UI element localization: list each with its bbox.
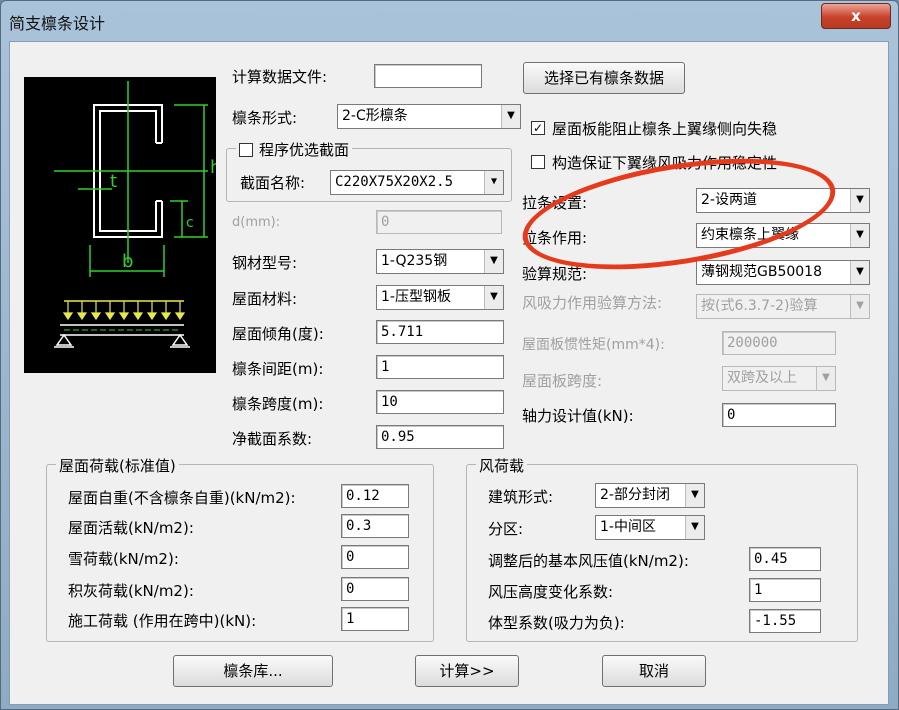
purlin-form-label: 檩条形式: [232, 109, 298, 127]
label-h: h [210, 157, 216, 178]
wind-method-value: 按(式6.3.7-2)验算 [701, 298, 818, 314]
steel-select[interactable]: 1-Q235钢 ▼ [376, 249, 504, 274]
height-coef-input[interactable]: 1 [749, 578, 821, 602]
purlin-form-select[interactable]: 2-C形檩条 ▼ [337, 104, 521, 129]
construct-guarantee-checkbox[interactable] [531, 155, 545, 169]
dropdown-arrow-icon[interactable]: ▼ [850, 295, 869, 318]
zone-select[interactable]: 1-中间区 ▼ [595, 515, 705, 540]
roof-material-value: 1-压型钢板 [381, 289, 451, 305]
roof-angle-label: 屋面倾角(度): [232, 325, 324, 343]
ash-input[interactable]: 0 [341, 577, 409, 601]
purlin-form-value: 2-C形檩条 [342, 108, 408, 124]
dropdown-arrow-icon[interactable]: ▼ [484, 250, 503, 273]
title-bar[interactable]: 简支檩条设计 x [1, 1, 898, 41]
c-section-diagram: h t c b [54, 81, 221, 348]
dropdown-arrow-icon[interactable]: ▼ [850, 224, 869, 247]
dropdown-arrow-icon[interactable]: ▼ [484, 286, 503, 309]
purlin-span-input[interactable]: 10 [376, 390, 504, 414]
dropdown-arrow-icon[interactable]: ▼ [484, 171, 503, 194]
wind-load-title: 风荷载 [476, 455, 528, 476]
auto-section-title: 程序优选截面 [236, 139, 353, 160]
ash-label: 积灰荷载(kN/m2): [68, 582, 194, 600]
live-load-label: 屋面活载(kN/m2): [68, 519, 194, 537]
self-weight-label: 屋面自重(不含檩条自重)(kN/m2): [68, 489, 296, 507]
auto-section-label: 程序优选截面 [259, 141, 350, 159]
roof-prevents-label: 屋面板能阻止檩条上翼缘侧向失稳 [552, 120, 778, 138]
wind-method-label: 风吸力作用验算方法: [522, 294, 663, 312]
calc-file-label: 计算数据文件: [232, 68, 328, 86]
dropdown-arrow-icon[interactable]: ▼ [850, 189, 869, 212]
basic-pressure-label: 调整后的基本风压值(kN/m2): [488, 552, 689, 570]
shape-coef-input[interactable]: -1.55 [749, 609, 821, 633]
building-form-value: 2-部分封闭 [600, 487, 670, 503]
cancel-button[interactable]: 取消 [602, 655, 706, 687]
construction-load-label: 施工荷载 (作用在跨中)(kN): [68, 612, 257, 630]
shape-coef-label: 体型系数(吸力为负): [488, 614, 625, 632]
section-name-select[interactable]: C220X75X20X2.5 ▼ [330, 170, 504, 195]
dropdown-arrow-icon[interactable]: ▼ [685, 484, 704, 507]
roof-load-title: 屋面荷载(标准值) [56, 455, 179, 476]
axial-force-label: 轴力设计值(kN): [522, 407, 634, 425]
roof-span-value: 双跨及以上 [727, 370, 797, 386]
building-form-label: 建筑形式: [488, 488, 554, 506]
roof-material-select[interactable]: 1-压型钢板 ▼ [376, 285, 504, 310]
roof-material-label: 屋面材料: [232, 290, 298, 308]
steel-label: 钢材型号: [232, 254, 298, 272]
code-select[interactable]: 薄钢规范GB50018 ▼ [696, 260, 870, 285]
roof-prevents-checkbox[interactable]: ✓ [531, 121, 545, 135]
dropdown-arrow-icon[interactable]: ▼ [685, 516, 704, 539]
select-existing-button[interactable]: 选择已有檩条数据 [523, 62, 685, 94]
code-value: 薄钢规范GB50018 [701, 264, 822, 280]
wind-method-select[interactable]: 按(式6.3.7-2)验算 ▼ [696, 294, 870, 319]
roof-angle-input[interactable]: 5.711 [376, 320, 504, 344]
live-load-input[interactable]: 0.3 [341, 514, 409, 538]
dropdown-arrow-icon[interactable]: ▼ [501, 105, 520, 128]
height-coef-label: 风压高度变化系数: [488, 583, 614, 601]
purlin-span-label: 檩条跨度(m): [232, 395, 324, 413]
snow-input[interactable]: 0 [341, 545, 409, 569]
self-weight-input[interactable]: 0.12 [341, 484, 409, 508]
dropdown-arrow-icon[interactable]: ▼ [816, 367, 835, 390]
calc-file-input[interactable] [374, 64, 482, 88]
snow-label: 雪荷载(kN/m2): [68, 550, 179, 568]
basic-pressure-input[interactable]: 0.45 [749, 547, 821, 571]
window-title: 简支檩条设计 [9, 14, 106, 33]
auto-section-checkbox[interactable] [239, 143, 253, 157]
roof-inertia-label: 屋面板惯性矩(mm*4): [522, 337, 665, 353]
dialog-client-area: h t c b 计算数据文件: 选择已有檩条数据 檩条形式: 2-C形檩条 ▼ … [9, 41, 889, 705]
purlin-library-button[interactable]: 檩条库... [173, 655, 333, 687]
close-button[interactable]: x [821, 3, 891, 29]
calculate-button[interactable]: 计算>> [415, 655, 519, 687]
dropdown-arrow-icon[interactable]: ▼ [850, 261, 869, 284]
dialog-window: 简支檩条设计 x h t c b 计算数据文件: 选择已有檩条数据 檩条形式: … [0, 0, 899, 710]
purlin-spacing-label: 檩条间距(m): [232, 360, 324, 378]
roof-inertia-input[interactable]: 200000 [722, 331, 836, 355]
purlin-spacing-input[interactable]: 1 [376, 355, 504, 379]
d-label: d(mm): [232, 215, 281, 230]
net-section-label: 净截面系数: [232, 430, 313, 448]
net-section-input[interactable]: 0.95 [376, 425, 504, 449]
c-section-drawing: h t c b [24, 77, 221, 373]
steel-value: 1-Q235钢 [381, 253, 448, 269]
label-c: c [186, 215, 194, 231]
axial-force-input[interactable]: 0 [722, 403, 836, 427]
zone-value: 1-中间区 [600, 519, 656, 535]
section-name-value: C220X75X20X2.5 [335, 174, 454, 190]
zone-label: 分区: [488, 520, 524, 538]
construction-load-input[interactable]: 1 [341, 607, 409, 631]
label-b: b [122, 251, 133, 272]
roof-span-select[interactable]: 双跨及以上 ▼ [722, 366, 836, 391]
section-name-label: 截面名称: [240, 174, 306, 192]
label-t: t [110, 171, 117, 192]
building-form-select[interactable]: 2-部分封闭 ▼ [595, 483, 705, 508]
d-input[interactable]: 0 [376, 210, 502, 234]
roof-span-label: 屋面板跨度: [522, 372, 603, 390]
